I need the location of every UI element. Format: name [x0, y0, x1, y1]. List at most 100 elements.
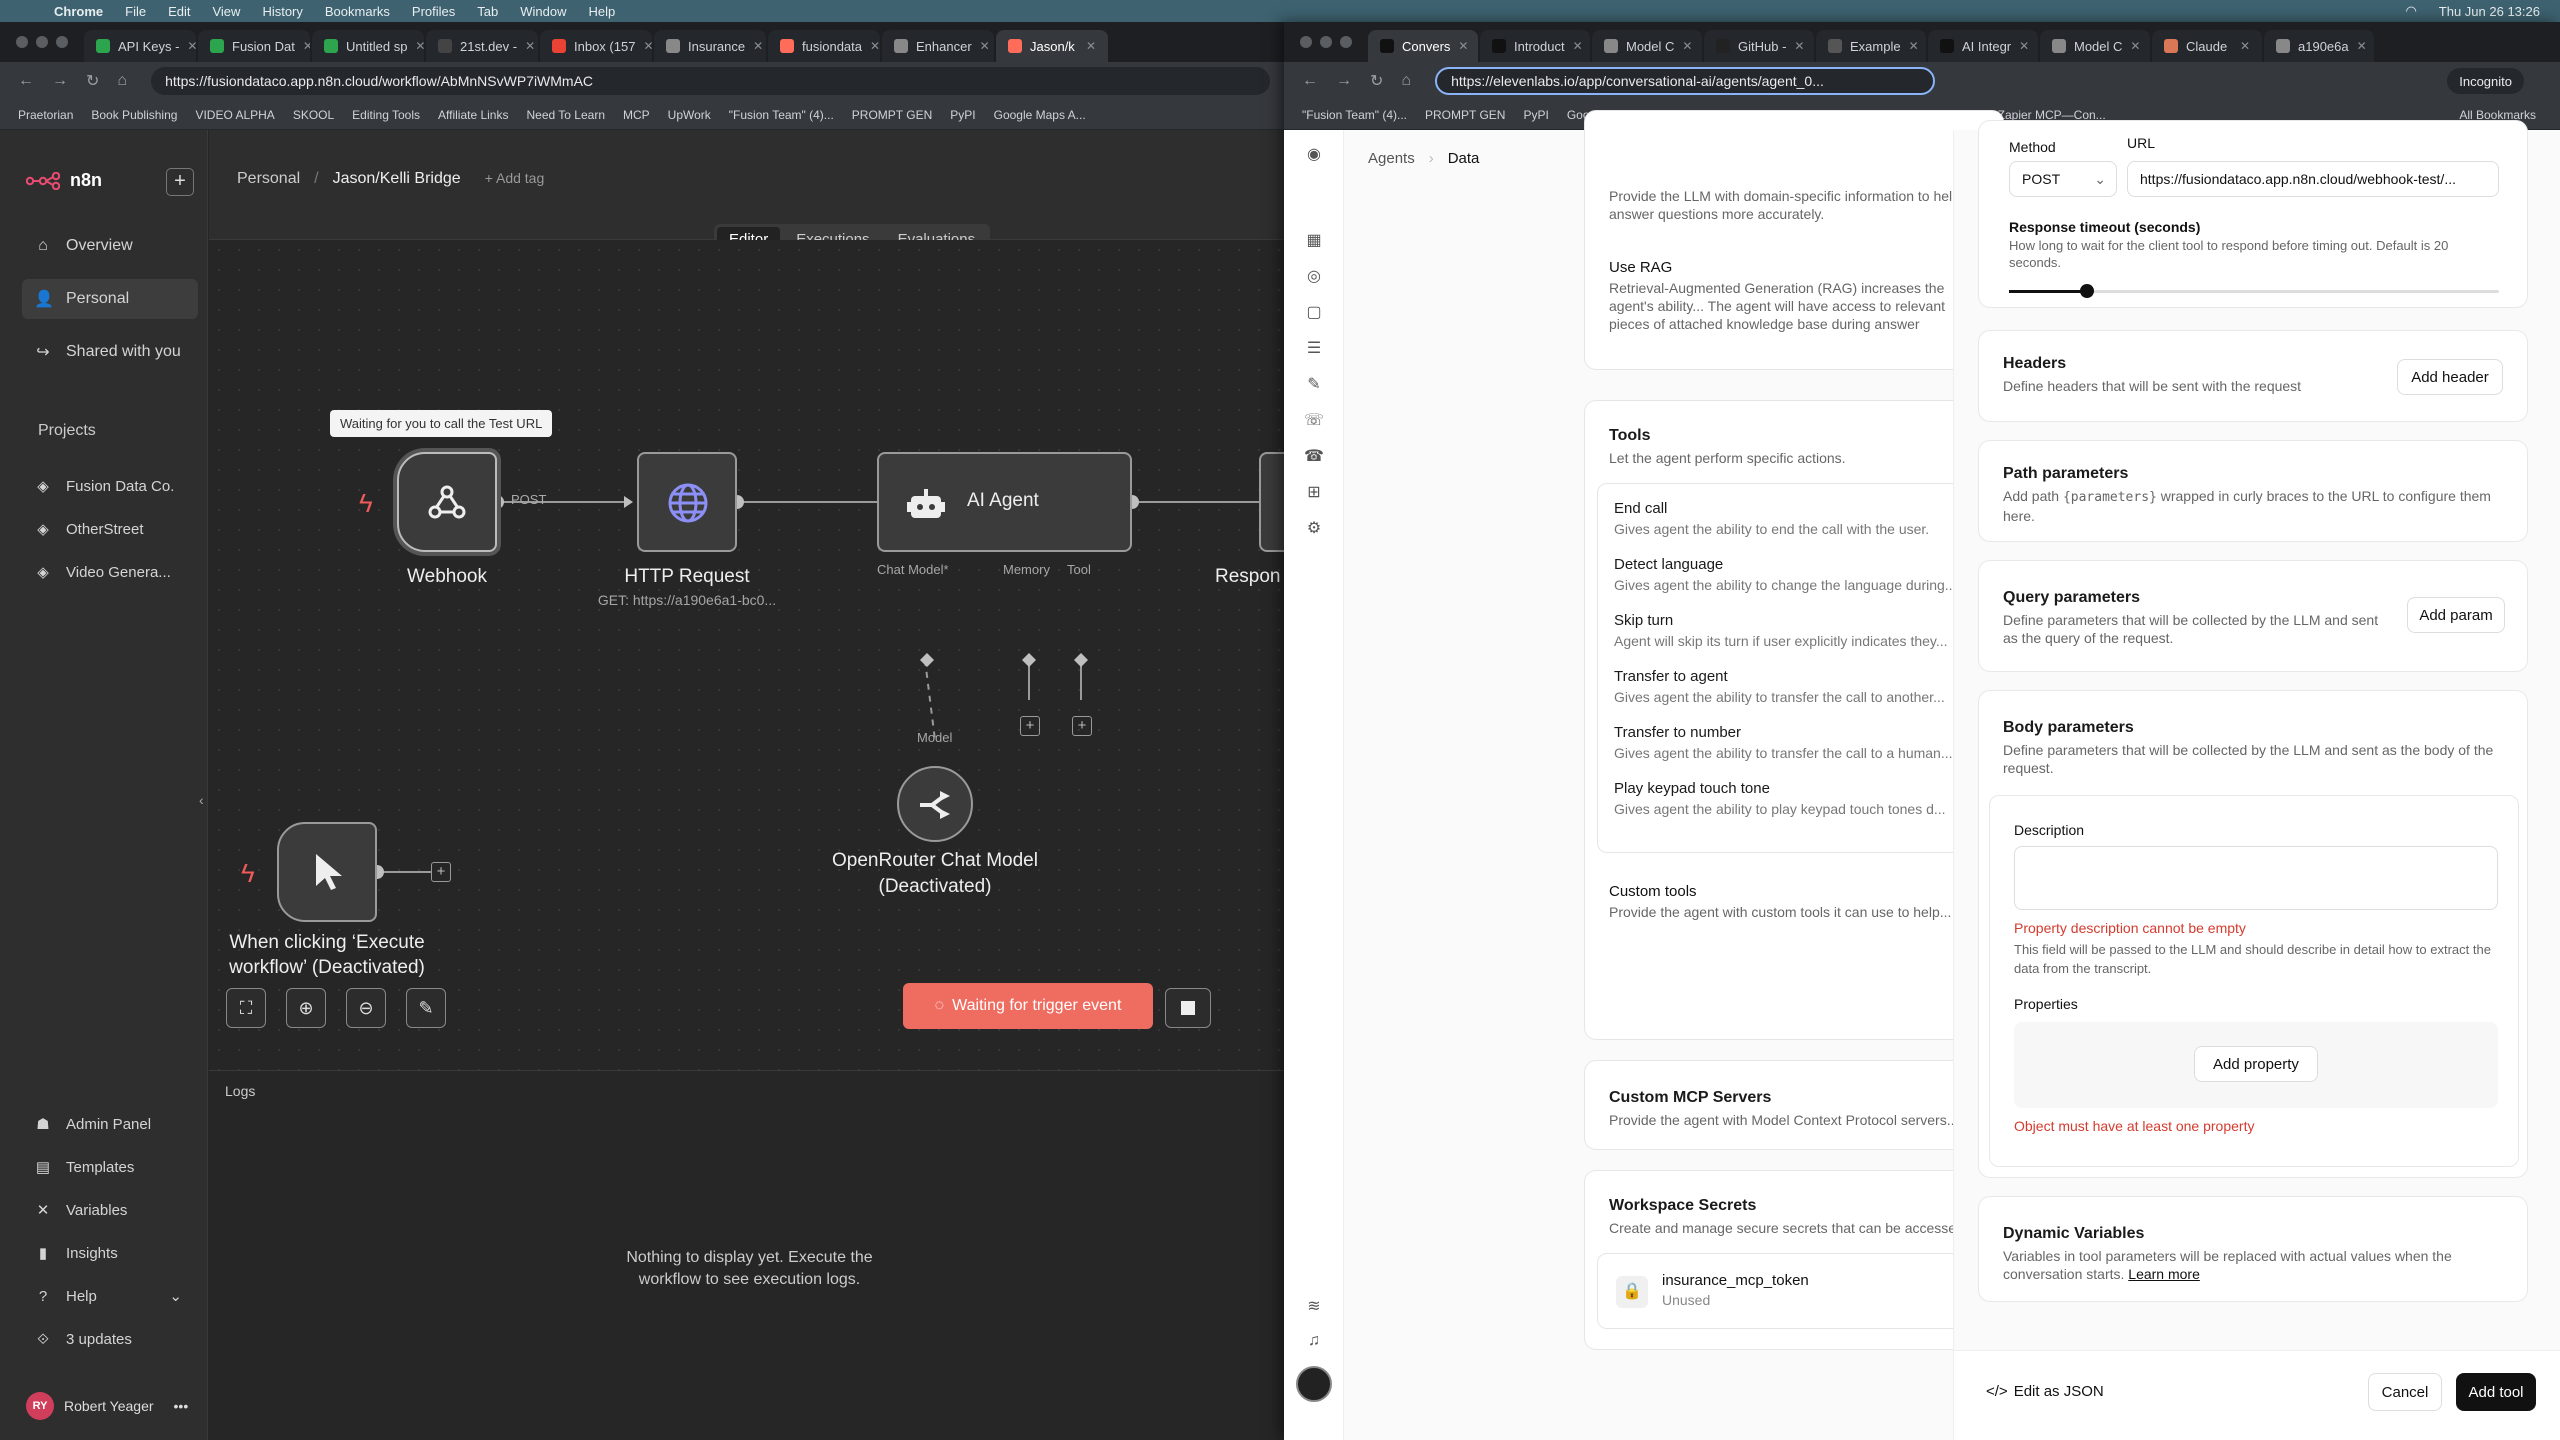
tools-icon[interactable]: ✎ — [1302, 374, 1326, 398]
browser-tab[interactable]: Enhancer ✕ — [882, 30, 994, 62]
close-tab-icon[interactable]: ✕ — [753, 39, 763, 53]
zoom-window-button[interactable] — [56, 36, 68, 48]
phone-icon[interactable]: ☏ — [1302, 410, 1326, 434]
elevenlabs-logo-icon[interactable]: ◉ — [1302, 144, 1326, 168]
close-tab-icon[interactable]: ✕ — [2357, 39, 2367, 53]
sidebar-item-admin-panel[interactable]: ☗ Admin Panel — [22, 1104, 198, 1144]
home-icon[interactable]: ⌂ — [1401, 72, 1411, 90]
add-node-button[interactable]: + — [431, 862, 451, 882]
waiting-for-trigger-button[interactable]: ◌ Waiting for trigger event — [903, 983, 1153, 1029]
project-item[interactable]: ◈ OtherStreet — [22, 509, 198, 549]
browser-tab[interactable]: Introduct ✕ — [1480, 30, 1590, 62]
logs-title[interactable]: Logs — [225, 1083, 255, 1099]
dashboard-icon[interactable]: ▦ — [1302, 230, 1326, 254]
address-bar[interactable]: https://fusiondataco.app.n8n.cloud/workf… — [151, 67, 1270, 95]
sidebar-item-overview[interactable]: ⌂ Overview — [22, 226, 198, 266]
sidebar-item-3-updates[interactable]: ⟐ 3 updates — [22, 1319, 198, 1359]
close-tab-icon[interactable]: ✕ — [643, 39, 652, 53]
sidebar-item-insights[interactable]: ▮ Insights — [22, 1233, 198, 1273]
browser-tab[interactable]: Untitled sp ✕ — [312, 30, 424, 62]
manual-trigger-node[interactable] — [277, 822, 377, 922]
n8n-logo[interactable]: n8n — [26, 170, 102, 191]
bookmark-item[interactable]: Need To Learn — [520, 105, 611, 125]
zoom-window-button[interactable] — [1340, 36, 1352, 48]
bookmark-item[interactable]: SKOOL — [287, 105, 340, 125]
zoom-out-button[interactable]: ⊖ — [346, 988, 386, 1028]
browser-tab[interactable]: Example ✕ — [1816, 30, 1926, 62]
bookmark-item[interactable]: Editing Tools — [346, 105, 426, 125]
waveform-icon[interactable]: ≋ — [1302, 1296, 1326, 1320]
menu-tab[interactable]: Tab — [477, 4, 498, 19]
secret-item[interactable]: 🔒 insurance_mcp_token Unused — [1597, 1253, 1997, 1329]
user-menu[interactable]: RY Robert Yeager ••• — [26, 1392, 188, 1420]
workflow-canvas[interactable]: Waiting for you to call the Test URL ϟ P… — [199, 240, 1319, 1070]
collapse-sidebar-icon[interactable]: ‹ — [199, 792, 204, 808]
close-window-button[interactable] — [1300, 36, 1312, 48]
browser-tab[interactable]: fusiondata ✕ — [768, 30, 880, 62]
integrations-icon[interactable]: ⊞ — [1302, 482, 1326, 506]
browser-tab[interactable]: Fusion Dat ✕ — [198, 30, 310, 62]
system-tool-item[interactable]: Transfer to number Gives agent the abilit… — [1614, 724, 1953, 761]
breadcrumb-data[interactable]: Data — [1448, 150, 1480, 167]
tidy-up-button[interactable]: ✎ — [406, 988, 446, 1028]
close-tab-icon[interactable]: ✕ — [303, 39, 310, 53]
reload-icon[interactable]: ↻ — [86, 71, 99, 91]
sidebar-item-help[interactable]: ? Help ⌄ — [22, 1276, 198, 1316]
fit-view-button[interactable]: ⛶ — [226, 988, 266, 1028]
add-tag-button[interactable]: + Add tag — [485, 170, 545, 188]
chat-icon[interactable]: ▢ — [1302, 302, 1326, 326]
more-icon[interactable]: ••• — [174, 1398, 189, 1414]
outbound-call-icon[interactable]: ☎ — [1302, 446, 1326, 470]
settings-icon[interactable]: ⚙ — [1302, 518, 1326, 542]
account-avatar[interactable] — [1296, 1366, 1332, 1402]
browser-tab[interactable]: Model C ✕ — [2040, 30, 2150, 62]
method-select[interactable]: POST ⌄ — [2009, 161, 2117, 197]
zoom-in-button[interactable]: ⊕ — [286, 988, 326, 1028]
close-tab-icon[interactable]: ✕ — [1794, 39, 1804, 53]
minimize-window-button[interactable] — [36, 36, 48, 48]
description-input[interactable] — [2014, 846, 2498, 910]
system-tool-item[interactable]: Transfer to agent Gives agent the ability… — [1614, 668, 1945, 705]
agents-icon[interactable]: ◎ — [1302, 266, 1326, 290]
bookmark-item[interactable]: UpWork — [662, 105, 717, 125]
bookmark-item[interactable]: Affiliate Links — [432, 105, 514, 125]
close-tab-icon[interactable]: ✕ — [1086, 39, 1096, 53]
bookmark-item[interactable]: PyPI — [944, 105, 981, 125]
timeout-slider[interactable] — [2009, 284, 2499, 298]
browser-tab[interactable]: Claude ✕ — [2152, 30, 2262, 62]
close-tab-icon[interactable]: ✕ — [2240, 39, 2250, 53]
webhook-node[interactable] — [397, 452, 497, 552]
back-icon[interactable]: ← — [18, 72, 34, 90]
system-tool-item[interactable]: Skip turn Agent will skip its turn if use… — [1614, 612, 1948, 649]
close-tab-icon[interactable]: ✕ — [525, 39, 535, 53]
project-item[interactable]: ◈ Video Genera... — [22, 552, 198, 592]
close-tab-icon[interactable]: ✕ — [1573, 39, 1583, 53]
close-tab-icon[interactable]: ✕ — [2019, 39, 2029, 53]
cancel-button[interactable]: Cancel — [2368, 1373, 2442, 1411]
back-icon[interactable]: ← — [1302, 72, 1318, 90]
close-tab-icon[interactable]: ✕ — [2130, 39, 2140, 53]
close-tab-icon[interactable]: ✕ — [1682, 39, 1692, 53]
bookmark-item[interactable]: PyPI — [1517, 105, 1554, 125]
browser-tab[interactable]: Convers ✕ — [1368, 30, 1478, 62]
add-param-button[interactable]: Add param — [2407, 597, 2505, 633]
forward-icon[interactable]: → — [52, 72, 68, 90]
ai-agent-node[interactable]: AI Agent — [877, 452, 1132, 552]
home-icon[interactable]: ⌂ — [117, 72, 127, 90]
close-tab-icon[interactable]: ✕ — [1458, 39, 1468, 53]
bookmark-item[interactable]: VIDEO ALPHA — [189, 105, 280, 125]
menu-view[interactable]: View — [212, 4, 240, 19]
close-tab-icon[interactable]: ✕ — [980, 39, 990, 53]
bell-icon[interactable]: ♫ — [1302, 1332, 1326, 1356]
bookmark-item[interactable]: "Fusion Team" (4)... — [1296, 105, 1413, 125]
bookmark-item[interactable]: Book Publishing — [85, 105, 183, 125]
sidebar-item-personal[interactable]: 👤 Personal — [22, 279, 198, 319]
menu-bookmarks[interactable]: Bookmarks — [325, 4, 390, 19]
add-property-button[interactable]: Add property — [2194, 1046, 2318, 1082]
browser-tab[interactable]: API Keys - ✕ — [84, 30, 196, 62]
clock[interactable]: Thu Jun 26 13:26 — [2439, 4, 2540, 19]
sidebar-item-variables[interactable]: ✕ Variables — [22, 1190, 198, 1230]
bookmark-item[interactable]: "Fusion Team" (4)... — [723, 105, 840, 125]
url-input[interactable]: https://fusiondataco.app.n8n.cloud/webho… — [2127, 161, 2499, 197]
forward-icon[interactable]: → — [1336, 72, 1352, 90]
